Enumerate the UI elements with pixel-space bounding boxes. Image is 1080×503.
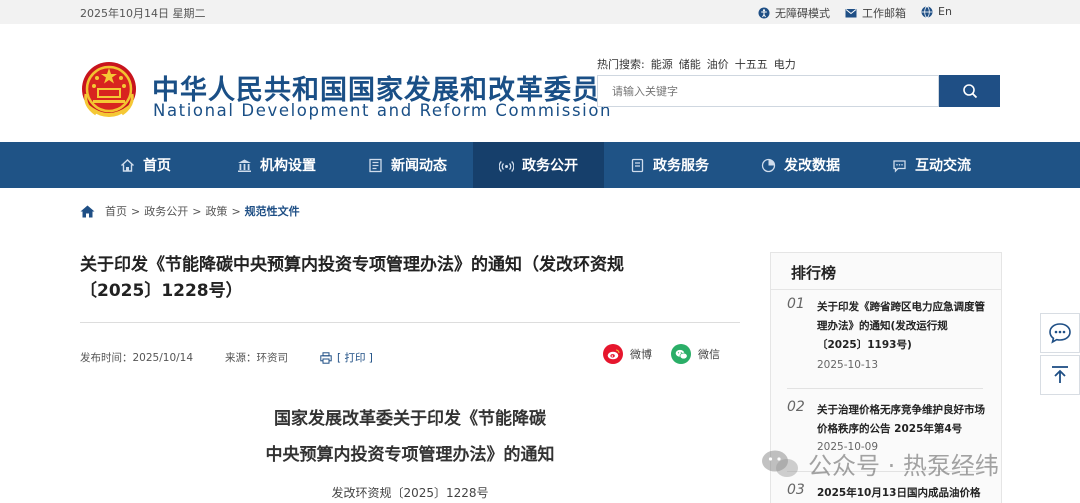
broadcast-icon <box>499 160 514 172</box>
ranking-item-title[interactable]: 2025年10月13日国内成品油价格按 <box>817 484 987 503</box>
breadcrumb-policy[interactable]: 政策 <box>205 203 227 219</box>
share-weibo-label: 微博 <box>630 348 652 361</box>
nav-home-label: 首页 <box>143 158 171 174</box>
title-divider <box>80 322 740 323</box>
nav-item-services[interactable]: 政务服务 <box>604 142 735 188</box>
publish-time-label: 发布时间： <box>80 352 133 364</box>
breadcrumb-separator: > <box>231 204 241 218</box>
hot-search-label: 热门搜索: <box>597 58 645 71</box>
nav-interaction-label: 互动交流 <box>915 158 971 174</box>
print-button[interactable]: [ 打印 ] <box>320 350 373 365</box>
online-chat-button[interactable] <box>1040 313 1080 353</box>
arrow-up-icon <box>1052 366 1068 383</box>
document-number: 发改环资规〔2025〕1228号 <box>331 486 489 500</box>
breadcrumb-gov-affairs[interactable]: 政务公开 <box>144 203 188 219</box>
ranking-number: 02 <box>787 399 805 415</box>
article-meta: 发布时间： 2025/10/14 来源： 环资司 [ 打印 ] <box>80 350 373 365</box>
publish-date: 2025/10/14 <box>132 351 194 364</box>
nav-item-news[interactable]: 新闻动态 <box>342 142 473 188</box>
breadcrumb-separator: > <box>192 204 202 218</box>
globe-icon <box>921 5 933 18</box>
nav-news-label: 新闻动态 <box>391 158 447 174</box>
main-nav: 首页 机构设置 新闻动态 政务公开 政务服务 发改数据 互动交流 <box>0 142 1080 188</box>
nav-item-organization[interactable]: 机构设置 <box>211 142 342 188</box>
ranking-item-title[interactable]: 关于治理价格无序竞争维护良好市场价格秩序的公告 2025年第4号 <box>817 401 987 439</box>
share-wechat-button[interactable]: 微信 <box>671 344 720 364</box>
nav-item-home[interactable]: 首页 <box>80 142 211 188</box>
nav-organization-label: 机构设置 <box>260 158 316 174</box>
printer-icon <box>320 351 332 364</box>
back-to-top-button[interactable] <box>1040 355 1080 395</box>
chat-icon <box>893 159 906 173</box>
search-button[interactable] <box>939 75 1000 107</box>
watermark-text: 公众号 · 热泵经纬 <box>808 452 999 480</box>
breadcrumb-current[interactable]: 规范性文件 <box>245 203 300 219</box>
accessibility-mode-label: 无障碍模式 <box>775 7 830 20</box>
national-emblem-icon[interactable] <box>80 60 138 120</box>
wechat-icon <box>762 450 798 477</box>
english-version-label: En <box>938 5 952 18</box>
chat-bubble-icon <box>1049 323 1071 344</box>
home-icon <box>80 205 95 217</box>
top-bar: 2025年10月14日 星期二 无障碍模式 工作邮箱 En <box>0 0 1080 24</box>
print-label: [ 打印 ] <box>337 352 373 364</box>
hot-term-oil-price[interactable]: 油价 <box>707 56 729 72</box>
news-icon <box>369 158 382 172</box>
ranking-number: 03 <box>787 482 805 498</box>
ranking-item-title[interactable]: 关于印发《跨省跨区电力应急调度管理办法》的通知(发改运行规〔2025〕1193号… <box>817 298 987 355</box>
source-value: 环资司 <box>256 352 289 364</box>
english-version-link[interactable]: En <box>921 5 952 18</box>
watermark: 公众号 · 热泵经纬 <box>760 446 999 481</box>
breadcrumb-separator: > <box>131 204 141 218</box>
service-icon <box>631 158 644 172</box>
search-icon <box>962 84 977 99</box>
pie-chart-icon <box>761 158 776 172</box>
breadcrumb: 首页 > 政务公开 > 政策 > 规范性文件 <box>80 203 300 219</box>
hot-term-storage[interactable]: 储能 <box>679 56 701 72</box>
nav-item-interaction[interactable]: 互动交流 <box>866 142 997 188</box>
source-label: 来源： <box>225 352 257 364</box>
mail-icon <box>845 9 857 18</box>
hot-term-power[interactable]: 电力 <box>774 56 796 72</box>
breadcrumb-home[interactable]: 首页 <box>105 203 127 219</box>
search-input[interactable] <box>597 75 939 107</box>
ranking-title: 排行榜 <box>791 264 837 282</box>
nav-data-label: 发改数据 <box>784 158 840 174</box>
weibo-icon <box>603 344 623 364</box>
ranking-number: 01 <box>787 296 805 312</box>
hot-term-15th-plan[interactable]: 十五五 <box>735 56 768 72</box>
work-mailbox-link[interactable]: 工作邮箱 <box>845 5 906 21</box>
share-weibo-button[interactable]: 微博 <box>603 344 652 364</box>
hot-search: 热门搜索: 能源 储能 油价 十五五 电力 <box>597 56 796 72</box>
current-date: 2025年10月14日 星期二 <box>80 7 206 20</box>
nav-item-gov-affairs[interactable]: 政务公开 <box>473 142 604 188</box>
ranking-divider <box>771 289 1001 290</box>
building-icon <box>238 159 251 172</box>
document-title-line1: 国家发展改革委关于印发《节能降碳 <box>274 409 546 429</box>
nav-services-label: 政务服务 <box>653 158 709 174</box>
ranking-item-date: 2025-10-13 <box>817 359 879 371</box>
accessibility-mode-link[interactable]: 无障碍模式 <box>758 5 830 21</box>
site-header: 中华人民共和国国家发展和改革委员会 National Development a… <box>0 24 1080 142</box>
wechat-icon <box>671 344 691 364</box>
site-title-en[interactable]: National Development and Reform Commissi… <box>153 101 612 120</box>
hot-term-energy[interactable]: 能源 <box>651 56 673 72</box>
work-mailbox-label: 工作邮箱 <box>862 7 906 20</box>
home-icon <box>121 158 134 172</box>
nav-gov-affairs-label: 政务公开 <box>522 158 578 174</box>
nav-item-data[interactable]: 发改数据 <box>735 142 866 188</box>
ranking-separator <box>787 388 983 389</box>
accessibility-icon <box>758 7 770 19</box>
article-title: 关于印发《节能降碳中央预算内投资专项管理办法》的通知（发改环资规〔2025〕12… <box>80 255 624 301</box>
share-wechat-label: 微信 <box>698 348 720 361</box>
document-title-line2: 中央预算内投资专项管理办法》的通知 <box>265 445 555 465</box>
